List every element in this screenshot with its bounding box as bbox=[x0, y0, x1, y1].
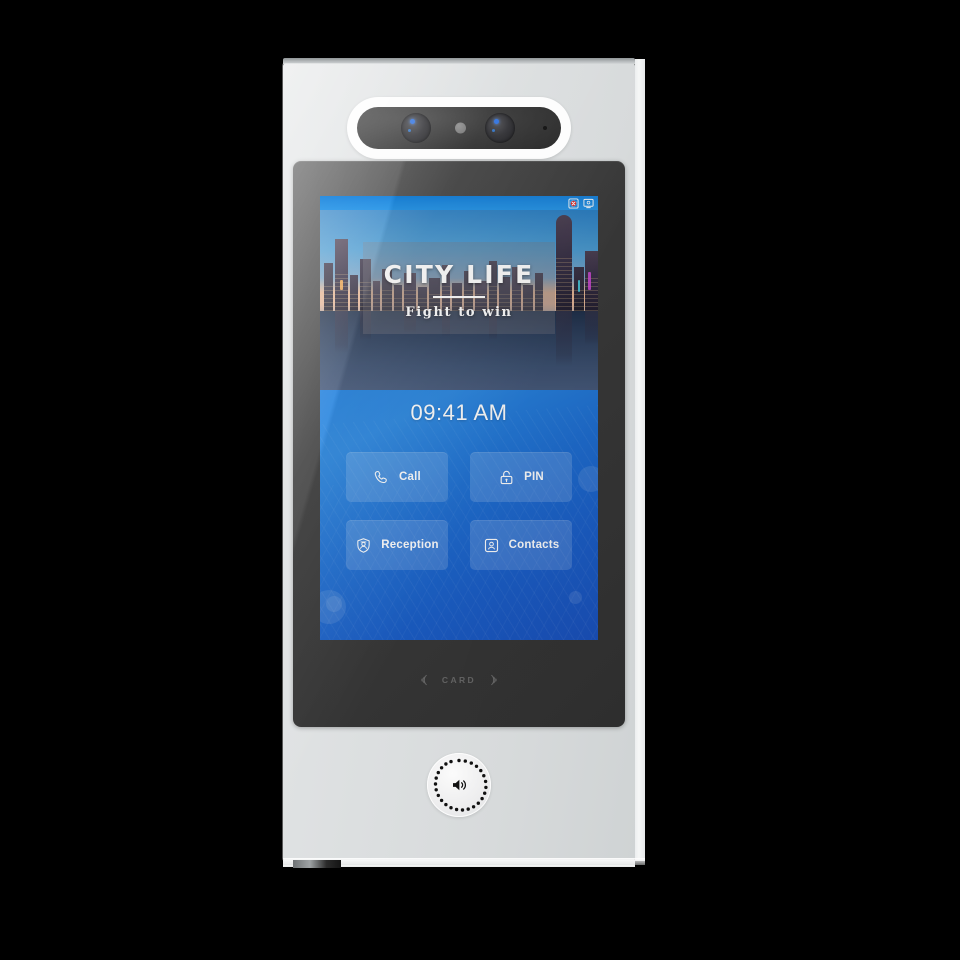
device-foot bbox=[293, 860, 341, 868]
neon-light bbox=[588, 272, 591, 290]
tile-call[interactable]: Call bbox=[346, 452, 448, 502]
clock-display: 09:41 AM bbox=[410, 400, 508, 425]
lcd-display[interactable]: CITY LIFE Fight to win 09:41 AM Call PIN… bbox=[320, 196, 598, 640]
rfid-wave-right-icon bbox=[491, 674, 497, 686]
speaker-icon bbox=[453, 779, 466, 791]
device-right-edge bbox=[635, 59, 645, 861]
card-reader-zone[interactable]: CARD bbox=[320, 640, 598, 720]
home-panel: 09:41 AM Call PIN Reception Contacts bbox=[320, 390, 598, 640]
lens-glint-icon bbox=[408, 129, 411, 132]
screenshot-stage: CITY LIFE Fight to win 09:41 AM Call PIN… bbox=[0, 0, 960, 960]
camera-module bbox=[347, 97, 571, 159]
camera-bar bbox=[357, 107, 561, 149]
lens-glint-icon bbox=[492, 129, 495, 132]
status-bar bbox=[320, 196, 598, 210]
banner-title: CITY LIFE bbox=[383, 260, 535, 289]
tile-label: Contacts bbox=[508, 539, 560, 551]
ir-sensor-icon bbox=[455, 122, 466, 134]
lens-glint-icon bbox=[494, 119, 499, 124]
decorative-bubble bbox=[578, 466, 598, 492]
tile-contacts[interactable]: Contacts bbox=[470, 520, 572, 570]
neon-light bbox=[578, 280, 580, 292]
tile-label: Call bbox=[399, 471, 421, 483]
skyline-building bbox=[350, 274, 358, 311]
banner-divider bbox=[433, 296, 485, 298]
building-reflection bbox=[335, 310, 348, 353]
skyline-building bbox=[585, 250, 598, 311]
neon-light bbox=[340, 280, 343, 290]
banner-subtitle: Fight to win bbox=[405, 305, 513, 320]
lens-glint-icon bbox=[410, 119, 415, 124]
door-station-device: CITY LIFE Fight to win 09:41 AM Call PIN… bbox=[283, 58, 645, 867]
monitor-icon bbox=[583, 198, 594, 208]
device-top-edge bbox=[283, 58, 635, 64]
screen-bezel: CITY LIFE Fight to win 09:41 AM Call PIN… bbox=[293, 161, 625, 727]
function-tile-grid: Call PIN Reception Contacts bbox=[346, 452, 572, 570]
camera-lens bbox=[485, 113, 515, 143]
decorative-bubble bbox=[569, 591, 582, 604]
guard-badge-icon bbox=[357, 537, 370, 553]
tile-pin[interactable]: PIN bbox=[470, 452, 572, 502]
skyline-building bbox=[324, 262, 333, 311]
camera-lens bbox=[401, 113, 431, 143]
rfid-wave-left-icon bbox=[421, 674, 427, 686]
tile-label: PIN bbox=[524, 471, 544, 483]
network-disconnected-icon bbox=[568, 197, 579, 209]
decorative-bubble bbox=[326, 596, 342, 612]
card-reader-label: CARD bbox=[441, 675, 477, 685]
tile-label: Reception bbox=[381, 539, 439, 551]
indicator-dot-icon bbox=[543, 126, 547, 130]
unlock-icon bbox=[500, 470, 513, 484]
building-reflection bbox=[585, 310, 598, 345]
skyline-tower bbox=[556, 214, 572, 311]
contacts-icon bbox=[484, 538, 498, 552]
skyline-building bbox=[335, 238, 348, 311]
banner-image: CITY LIFE Fight to win bbox=[320, 210, 598, 390]
tile-reception[interactable]: Reception bbox=[346, 520, 448, 570]
phone-icon bbox=[374, 470, 387, 483]
building-reflection bbox=[556, 310, 572, 366]
speaker-button[interactable] bbox=[427, 753, 491, 817]
